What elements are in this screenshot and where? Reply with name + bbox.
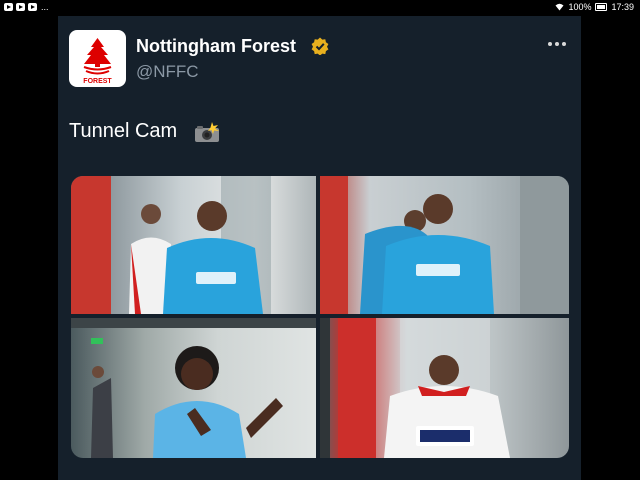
photo-4[interactable] — [320, 318, 569, 458]
photo-3[interactable] — [71, 318, 316, 458]
photo-2[interactable] — [320, 176, 569, 314]
forest-tree-logo-icon: FOREST — [83, 38, 112, 85]
avatar[interactable]: FOREST — [69, 30, 126, 87]
battery-percent: 100% — [568, 2, 592, 12]
handle[interactable]: @NFFC — [136, 62, 199, 82]
display-name[interactable]: Nottingham Forest — [136, 36, 296, 57]
more-options-icon[interactable] — [548, 42, 566, 46]
tweet-text: Tunnel Cam — [69, 120, 178, 142]
status-bar: ... 100% 17:39 — [0, 0, 640, 16]
camera-flash-emoji-icon — [195, 122, 219, 142]
youtube-app-icon — [16, 3, 25, 11]
youtube-app-icon — [28, 3, 37, 11]
photo-1[interactable] — [71, 176, 316, 314]
photo-1-scene — [71, 176, 271, 314]
status-bar-left: ... — [4, 2, 49, 12]
battery-icon — [595, 3, 608, 11]
status-overflow-dots: ... — [41, 2, 49, 12]
verified-badge-icon — [311, 37, 329, 55]
photo-4-scene — [320, 318, 510, 458]
tweet-card: FOREST Nottingham Forest @NFFC Tunnel Ca… — [58, 16, 581, 480]
photo-3-scene — [71, 318, 316, 458]
logo-wordmark: FOREST — [83, 78, 112, 85]
status-bar-right: 100% 17:39 — [555, 2, 634, 12]
wifi-icon — [555, 3, 564, 11]
media-grid — [71, 176, 569, 458]
clock: 17:39 — [611, 2, 634, 12]
photo-2-scene — [320, 176, 569, 314]
youtube-app-icon — [4, 3, 13, 11]
